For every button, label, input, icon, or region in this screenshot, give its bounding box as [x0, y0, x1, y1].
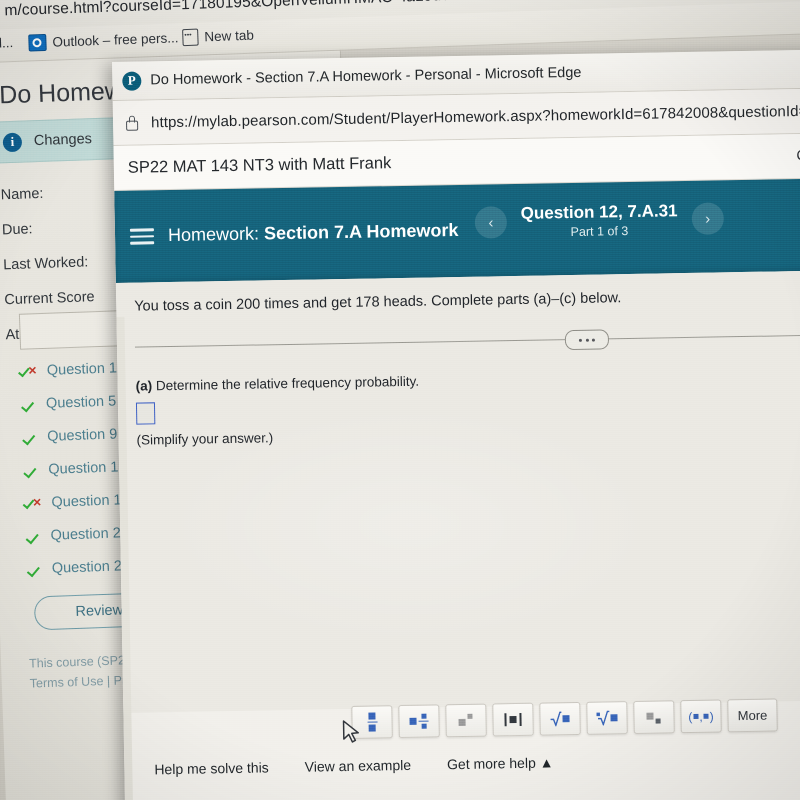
bookmark-item-outlook[interactable]: Outlook – free pers... [28, 29, 179, 52]
question-title: Question 12, 7.A.31 [520, 201, 678, 223]
bookmark-label: Outlook – free pers... [52, 30, 179, 50]
ellipsis-icon[interactable] [564, 329, 610, 351]
bookmark-label: New tab [204, 27, 255, 45]
absolute-value-button[interactable] [492, 702, 534, 737]
list-item-label: Question 1 [46, 360, 118, 379]
square-root-button[interactable] [539, 701, 581, 736]
check-icon [24, 464, 39, 478]
more-button-label: More [737, 707, 768, 724]
absolute-value-icon [504, 712, 522, 727]
question-stem: You toss a coin 200 times and get 178 he… [134, 290, 622, 315]
question-body: You toss a coin 200 times and get 178 he… [115, 270, 800, 743]
check-icon [23, 431, 38, 445]
exponent-button[interactable] [445, 703, 487, 738]
fraction-icon [367, 712, 378, 732]
list-item-label: Question 2 [50, 525, 122, 544]
list-item-label: Question 1 [51, 492, 122, 511]
nth-root-icon [596, 710, 618, 726]
square-root-icon [550, 711, 570, 727]
new-tab-icon [182, 28, 199, 47]
question-part-a: (a) Determine the relative frequency pro… [136, 367, 800, 394]
view-an-example-link[interactable]: View an example [305, 757, 412, 775]
question-indicator: Question 12, 7.A.31 Part 1 of 3 [521, 201, 678, 240]
divider-line [134, 334, 800, 348]
outlook-icon [28, 33, 47, 52]
part-a-text: Determine the relative frequency probabi… [155, 373, 420, 394]
ordered-pair-button[interactable]: (,) [680, 699, 722, 734]
question-part: Part 1 of 3 [570, 224, 629, 240]
chevron-right-icon[interactable]: › [691, 202, 724, 235]
subscript-button[interactable] [633, 700, 675, 734]
bookmark-item-ord[interactable]: ord... [0, 35, 13, 51]
ordered-pair-icon: (,) [688, 709, 714, 724]
chevron-left-icon[interactable]: ‹ [474, 206, 508, 239]
homework-title: Homework: Section 7.A Homework [168, 220, 459, 246]
mixed-number-button[interactable] [398, 704, 440, 739]
homework-label: Homework: [167, 223, 260, 246]
course-name: SP22 MAT 143 NT3 with Matt Frank [127, 153, 392, 177]
answer-input[interactable] [135, 402, 156, 425]
simplify-hint: (Simplify your answer.) [136, 430, 274, 448]
check-icon [22, 398, 37, 412]
get-more-help-link[interactable]: Get more help ▲ [447, 754, 554, 772]
mixed-number-icon [409, 713, 429, 730]
window-title-text: Do Homework - Section 7.A Homework - Per… [150, 64, 582, 89]
hamburger-icon[interactable] [129, 228, 155, 245]
mouse-cursor-icon [342, 720, 359, 743]
part-a-label: (a) [135, 378, 153, 394]
screen-photo: Do Homew i Changes Name: Due: Last Worke… [0, 0, 800, 800]
list-item-label: Question 2 [51, 558, 123, 577]
url-text: https://mylab.pearson.com/Student/Player… [150, 101, 800, 131]
check-icon [28, 563, 43, 577]
review-button-label: Review [75, 602, 124, 620]
background-page-title: Do Homew [0, 77, 124, 110]
math-palette: (,) More [351, 698, 778, 739]
changes-banner-text: Changes [33, 131, 93, 150]
list-item-label: Question 9 [46, 426, 118, 445]
bookmark-item-new-tab[interactable]: New tab [182, 27, 255, 47]
list-item-label: Question 1 [48, 459, 119, 478]
nth-root-button[interactable] [586, 701, 628, 735]
help-me-solve-this-link[interactable]: Help me solve this [154, 759, 269, 777]
lock-icon [125, 114, 139, 131]
partial-credit-icon [21, 365, 38, 379]
course-bar-right-label[interactable]: Car [796, 148, 800, 164]
bottom-action-links: Help me solve this View an example Get m… [154, 754, 553, 777]
exponent-icon [458, 713, 474, 727]
info-icon: i [2, 132, 23, 152]
homework-name: Section 7.A Homework [263, 220, 459, 244]
homework-header: Homework: Section 7.A Homework ‹ Questio… [114, 178, 800, 283]
more-button[interactable]: More [727, 698, 778, 733]
edge-browser-window: P Do Homework - Section 7.A Homework - P… [112, 49, 800, 800]
pearson-icon: P [122, 70, 142, 91]
list-item-label: Question 5 [45, 393, 117, 412]
bookmark-label: ord... [0, 35, 14, 52]
partial-credit-icon [25, 497, 42, 511]
section-divider [134, 327, 800, 357]
check-icon [26, 530, 41, 544]
question-navigation: ‹ Question 12, 7.A.31 Part 1 of 3 › [474, 200, 724, 240]
subscript-icon [645, 710, 662, 724]
